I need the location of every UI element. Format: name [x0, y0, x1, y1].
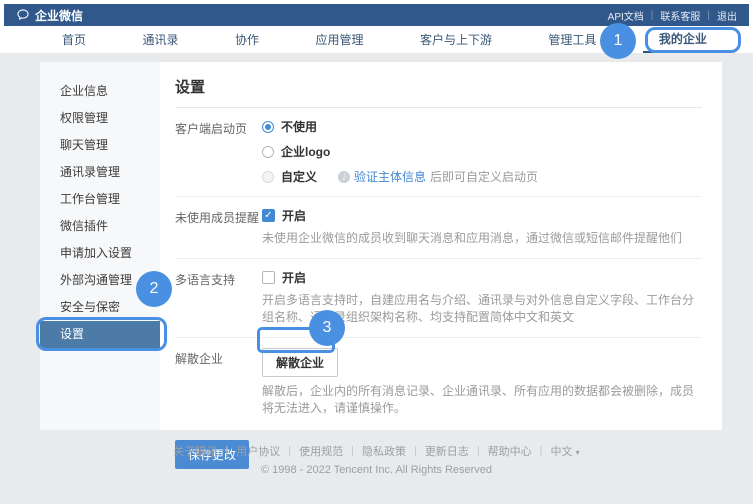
row-label: 解散企业 — [175, 348, 262, 417]
annotation-step-2-badge: 2 — [136, 271, 172, 307]
footer-language-label: 中文 — [551, 446, 573, 458]
custom-launch-hint: i 验证主体信息 后即可自定义启动页 — [338, 168, 538, 185]
page-title: 设置 — [175, 74, 702, 108]
toggle-label: 开启 — [282, 207, 306, 224]
row-multilanguage-support: 多语言支持 开启 开启多语言支持时，自建应用名与介绍、通讯录与对外信息自定义字段… — [175, 259, 702, 338]
sidebar-item-company-info[interactable]: 企业信息 — [40, 78, 160, 105]
radio-unselected-icon[interactable] — [262, 146, 274, 158]
nav-tab-collaboration[interactable]: 协作 — [225, 26, 269, 53]
top-bar: 企业微信 API文档 | 联系客服 | 退出 — [4, 4, 749, 26]
radio-disabled-icon — [262, 171, 274, 183]
chevron-down-icon: ▾ — [576, 448, 580, 457]
footer-link-about-tencent[interactable]: 关于腾讯 — [173, 443, 217, 459]
annotation-highlight-settings-item — [36, 317, 167, 351]
radio-label: 自定义 — [281, 168, 317, 185]
settings-sidebar: 企业信息 权限管理 聊天管理 通讯录管理 工作台管理 微信插件 申请加入设置 外… — [40, 62, 160, 430]
topbar-link-logout[interactable]: 退出 — [717, 8, 737, 23]
topbar-link-api-docs[interactable]: API文档 — [608, 8, 644, 23]
radio-option-none[interactable]: 不使用 — [262, 118, 702, 135]
row-unused-member-reminder: 未使用成员提醒 开启 未使用企业微信的成员收到聊天消息和应用消息，通过微信或短信… — [175, 197, 702, 259]
radio-option-custom: 自定义 i 验证主体信息 后即可自定义启动页 — [262, 168, 702, 185]
radio-option-company-logo[interactable]: 企业logo — [262, 143, 702, 160]
sidebar-item-wechat-plugin[interactable]: 微信插件 — [40, 213, 160, 240]
nav-tab-admin-tools[interactable]: 管理工具 — [538, 26, 606, 53]
nav-tab-home[interactable]: 首页 — [52, 26, 96, 53]
annotation-highlight-my-company-tab — [645, 27, 741, 53]
sidebar-item-workbench-management[interactable]: 工作台管理 — [40, 186, 160, 213]
nav-tab-customers[interactable]: 客户与上下游 — [410, 26, 502, 53]
radio-label: 企业logo — [281, 143, 330, 160]
topbar-link-contact-support[interactable]: 联系客服 — [660, 8, 700, 23]
row-label: 未使用成员提醒 — [175, 207, 262, 247]
settings-main: 设置 客户端启动页 不使用 企业logo 自定义 — [160, 62, 722, 430]
radio-label: 不使用 — [281, 118, 317, 135]
toggle-label: 开启 — [282, 269, 306, 286]
row-dissolve-company: 解散企业 解散企业 解散后，企业内的所有消息记录、企业通讯录、所有应用的数据都会… — [175, 338, 702, 428]
footer-link-privacy-policy[interactable]: 隐私政策 — [362, 443, 406, 459]
sidebar-item-permission-management[interactable]: 权限管理 — [40, 105, 160, 132]
annotation-step-1-badge: 1 — [600, 23, 636, 59]
sidebar-item-chat-management[interactable]: 聊天管理 — [40, 132, 160, 159]
sidebar-item-join-settings[interactable]: 申请加入设置 — [40, 240, 160, 267]
annotation-step-3-badge: 3 — [309, 310, 345, 346]
footer-link-help-center[interactable]: 帮助中心 — [488, 443, 532, 459]
topbar-separator: | — [707, 10, 710, 21]
footer-separator: | — [351, 445, 354, 457]
content-panel: 企业信息 权限管理 聊天管理 通讯录管理 工作台管理 微信插件 申请加入设置 外… — [40, 62, 722, 430]
footer-link-user-agreement[interactable]: 用户协议 — [236, 443, 280, 459]
wecom-logo-icon — [16, 8, 30, 22]
footer-link-changelog[interactable]: 更新日志 — [425, 443, 469, 459]
dissolve-description: 解散后，企业内的所有消息记录、企业通讯录、所有应用的数据都会被删除，成员将无法进… — [262, 383, 702, 417]
workspace-background: 企业信息 权限管理 聊天管理 通讯录管理 工作台管理 微信插件 申请加入设置 外… — [0, 53, 753, 504]
footer-separator: | — [288, 445, 291, 457]
footer-separator: | — [540, 445, 543, 457]
topbar-separator: | — [651, 10, 654, 21]
checkbox-unchecked-icon[interactable] — [262, 271, 275, 284]
unused-reminder-toggle[interactable]: 开启 — [262, 207, 702, 224]
hint-text: 后即可自定义启动页 — [430, 168, 538, 185]
footer-separator: | — [225, 445, 228, 457]
verify-subject-link[interactable]: 验证主体信息 — [354, 168, 426, 185]
row-label: 客户端启动页 — [175, 118, 262, 185]
app-logo-text: 企业微信 — [35, 7, 83, 24]
footer-link-usage-rules[interactable]: 使用规范 — [299, 443, 343, 459]
sidebar-item-contacts-management[interactable]: 通讯录管理 — [40, 159, 160, 186]
footer-separator: | — [414, 445, 417, 457]
footer-separator: | — [477, 445, 480, 457]
info-icon: i — [338, 171, 350, 183]
checkbox-checked-icon[interactable] — [262, 209, 275, 222]
row-label: 多语言支持 — [175, 269, 262, 326]
topbar-links: API文档 | 联系客服 | 退出 — [608, 8, 737, 23]
unused-reminder-description: 未使用企业微信的成员收到聊天消息和应用消息，通过微信或短信邮件提醒他们 — [262, 230, 702, 247]
app-logo: 企业微信 — [16, 7, 83, 24]
row-client-launch-page: 客户端启动页 不使用 企业logo 自定义 i — [175, 108, 702, 197]
primary-nav: 首页 通讯录 协作 应用管理 客户与上下游 管理工具 我的企业 — [4, 26, 749, 53]
nav-tab-app-management[interactable]: 应用管理 — [305, 26, 373, 53]
radio-selected-icon[interactable] — [262, 121, 274, 133]
multilanguage-toggle[interactable]: 开启 — [262, 269, 702, 286]
nav-tab-contacts[interactable]: 通讯录 — [132, 26, 188, 53]
footer-language-selector[interactable]: 中文 ▾ — [551, 443, 580, 459]
